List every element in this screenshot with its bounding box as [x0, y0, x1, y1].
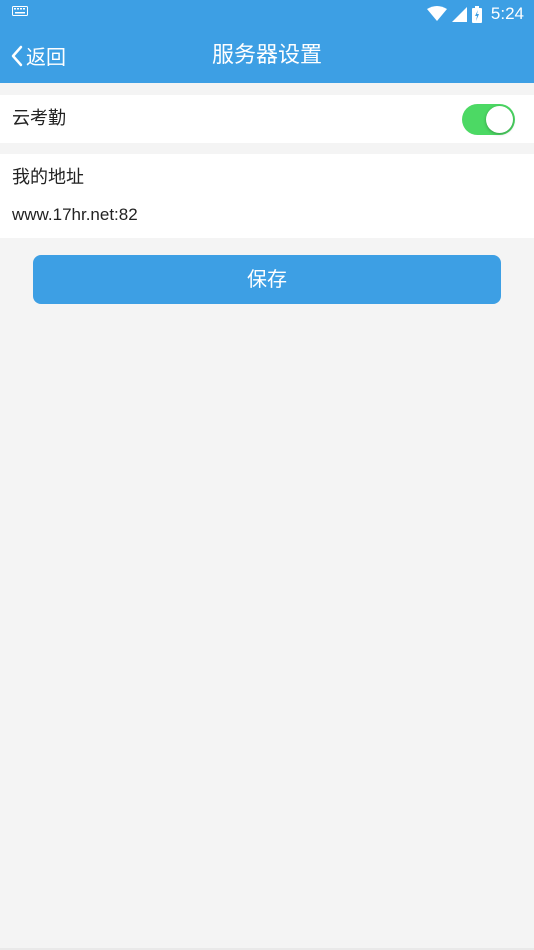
back-button[interactable]: 返回	[10, 28, 66, 83]
status-bar: 5:24	[0, 0, 534, 28]
signal-icon	[451, 6, 467, 22]
address-section: 我的地址	[0, 154, 534, 238]
cloud-attendance-toggle[interactable]	[462, 104, 515, 135]
status-icons: 5:24	[426, 3, 524, 25]
page-title: 服务器设置	[211, 43, 322, 68]
chevron-left-icon	[11, 45, 23, 66]
address-label: 我的地址	[12, 167, 84, 188]
back-label: 返回	[26, 45, 66, 69]
address-input[interactable]	[12, 200, 512, 230]
cloud-attendance-row: 云考勤	[0, 95, 534, 143]
status-time: 5:24	[490, 4, 524, 23]
cloud-attendance-label: 云考勤	[12, 108, 66, 129]
keyboard-icon	[12, 6, 28, 16]
wifi-icon	[426, 6, 447, 21]
toggle-knob	[486, 106, 513, 133]
app-bar: 服务器设置 返回	[0, 28, 534, 83]
save-button[interactable]: 保存	[33, 255, 501, 304]
battery-icon	[471, 5, 482, 23]
